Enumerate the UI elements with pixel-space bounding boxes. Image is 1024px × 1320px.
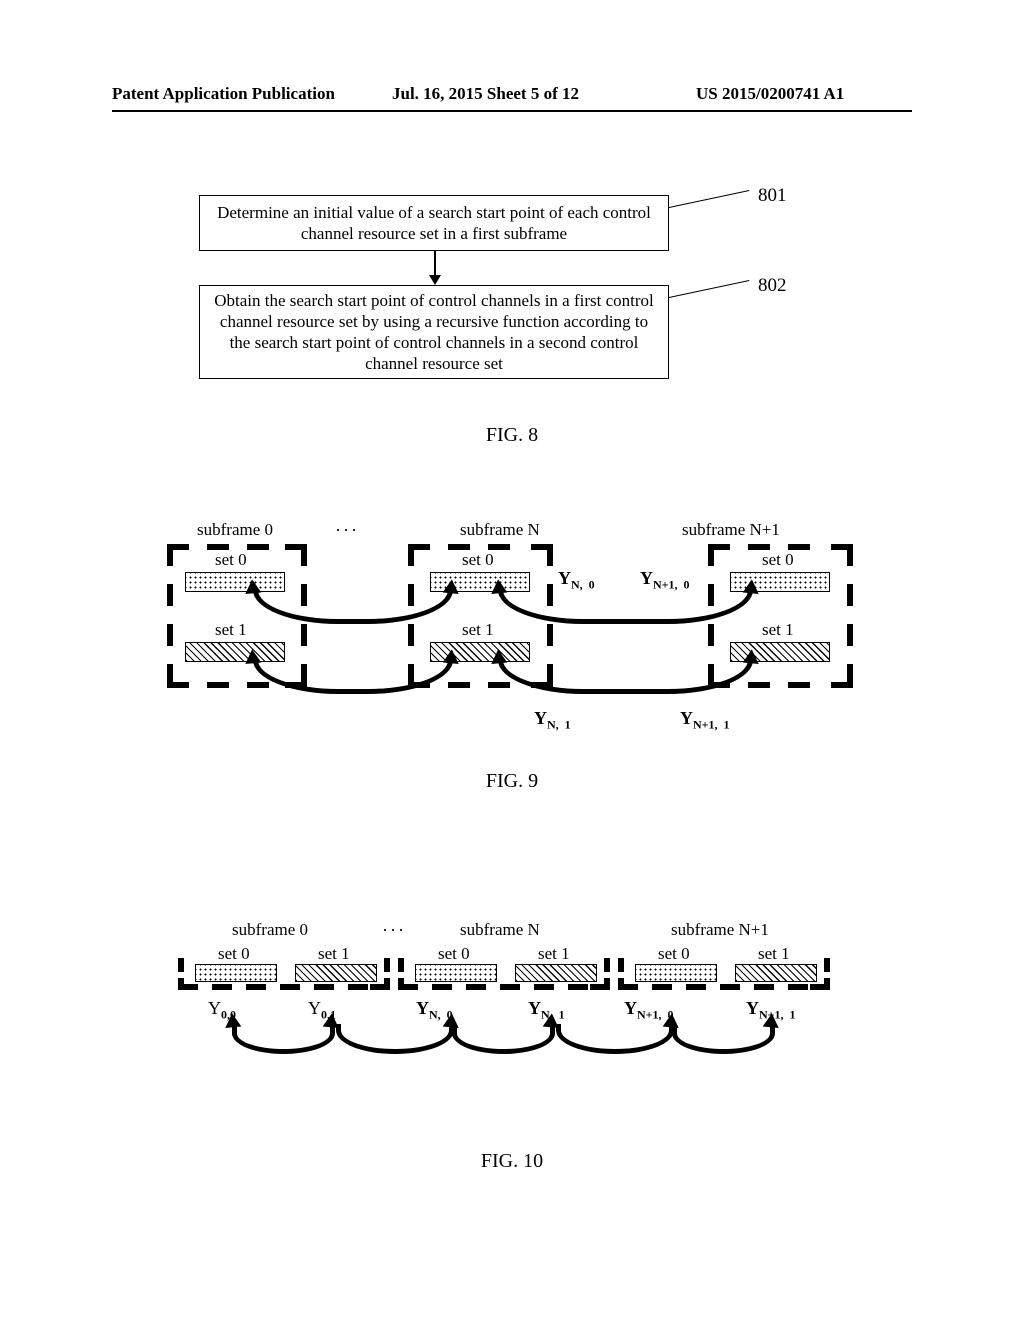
header-rule <box>112 110 912 112</box>
fig10-sfN-set1-box <box>515 964 597 982</box>
fig10-sfN-label: subframe N <box>460 920 540 940</box>
fig10-curve-2 <box>336 1024 454 1054</box>
fig9-y-n0-text: YN, 0 <box>558 568 595 588</box>
fig9-dots: ··· <box>335 520 359 541</box>
fig10-sfN-set1-label: set 1 <box>538 944 570 964</box>
fig9-sfN1-label: subframe N+1 <box>682 520 780 540</box>
fig8-leader-802 <box>669 280 749 298</box>
fig9-sf0-set1-label: set 1 <box>215 620 247 640</box>
fig9-sf0-set0-label: set 0 <box>215 550 247 570</box>
fig9-curve-0N-s0 <box>253 590 453 624</box>
fig10-sfN-set0-box <box>415 964 497 982</box>
fig10-caption: FIG. 10 <box>0 1150 1024 1173</box>
fig10-dots: ··· <box>382 920 406 941</box>
fig9-sf0-set1-box <box>185 642 285 662</box>
fig9-sfN-set1-label: set 1 <box>462 620 494 640</box>
fig10-sf0-set0-label: set 0 <box>218 944 250 964</box>
fig10-sfN-set0-label: set 0 <box>438 944 470 964</box>
fig9-curve-NN1-s0 <box>498 590 753 624</box>
fig10-sfN1-set1-label: set 1 <box>758 944 790 964</box>
fig8-label-801: 801 <box>758 185 787 207</box>
fig10-sfN1-set0-label: set 0 <box>658 944 690 964</box>
fig8-leader-801 <box>669 190 749 208</box>
fig10-sf0-set1-box <box>295 964 377 982</box>
fig8-box-801: Determine an initial value of a search s… <box>199 195 669 251</box>
fig9-y-n1-1: YN+1, 1 <box>680 708 730 733</box>
fig9-y-n0: YN, 0 <box>558 568 595 593</box>
fig10-sf0-set1-label: set 1 <box>318 944 350 964</box>
fig10-sfN1-set1-box <box>735 964 817 982</box>
fig10-y-n1-0: YN+1, 0 <box>624 998 674 1023</box>
fig8-box1-text: Determine an initial value of a search s… <box>210 202 658 245</box>
fig9-sfN1-set1-label: set 1 <box>762 620 794 640</box>
fig8-label-802: 802 <box>758 275 787 297</box>
fig8-caption: FIG. 8 <box>0 424 1024 447</box>
fig8-box-802: Obtain the search start point of control… <box>199 285 669 379</box>
fig9-y-n-1: YN, 1 <box>534 708 571 733</box>
fig9-caption: FIG. 9 <box>0 770 1024 793</box>
fig10-curve-3 <box>452 1024 555 1054</box>
header-right: US 2015/0200741 A1 <box>696 84 844 104</box>
fig10-sfN1-label: subframe N+1 <box>671 920 769 940</box>
fig10-curve-1 <box>232 1024 335 1054</box>
fig9-curve-0N-s1 <box>253 660 453 694</box>
fig9-sfN-set0-label: set 0 <box>462 550 494 570</box>
fig10-sf0-set0-box <box>195 964 277 982</box>
fig10-sfN1-set0-box <box>635 964 717 982</box>
header-left: Patent Application Publication <box>112 84 335 104</box>
fig9-sfN1-set0-label: set 0 <box>762 550 794 570</box>
fig9-curve-NN1-s1 <box>498 660 753 694</box>
fig9-sf0-set0-box <box>185 572 285 592</box>
header-mid: Jul. 16, 2015 Sheet 5 of 12 <box>392 84 579 104</box>
fig10-curve-5 <box>672 1024 775 1054</box>
fig9-y-n1-0: YN+1, 0 <box>640 568 690 593</box>
fig10-sf0-label: subframe 0 <box>232 920 308 940</box>
fig8-box2-text: Obtain the search start point of control… <box>210 290 658 375</box>
fig10-curve-4 <box>556 1024 674 1054</box>
fig9-sfN-label: subframe N <box>460 520 540 540</box>
fig9-sf0-label: subframe 0 <box>197 520 273 540</box>
